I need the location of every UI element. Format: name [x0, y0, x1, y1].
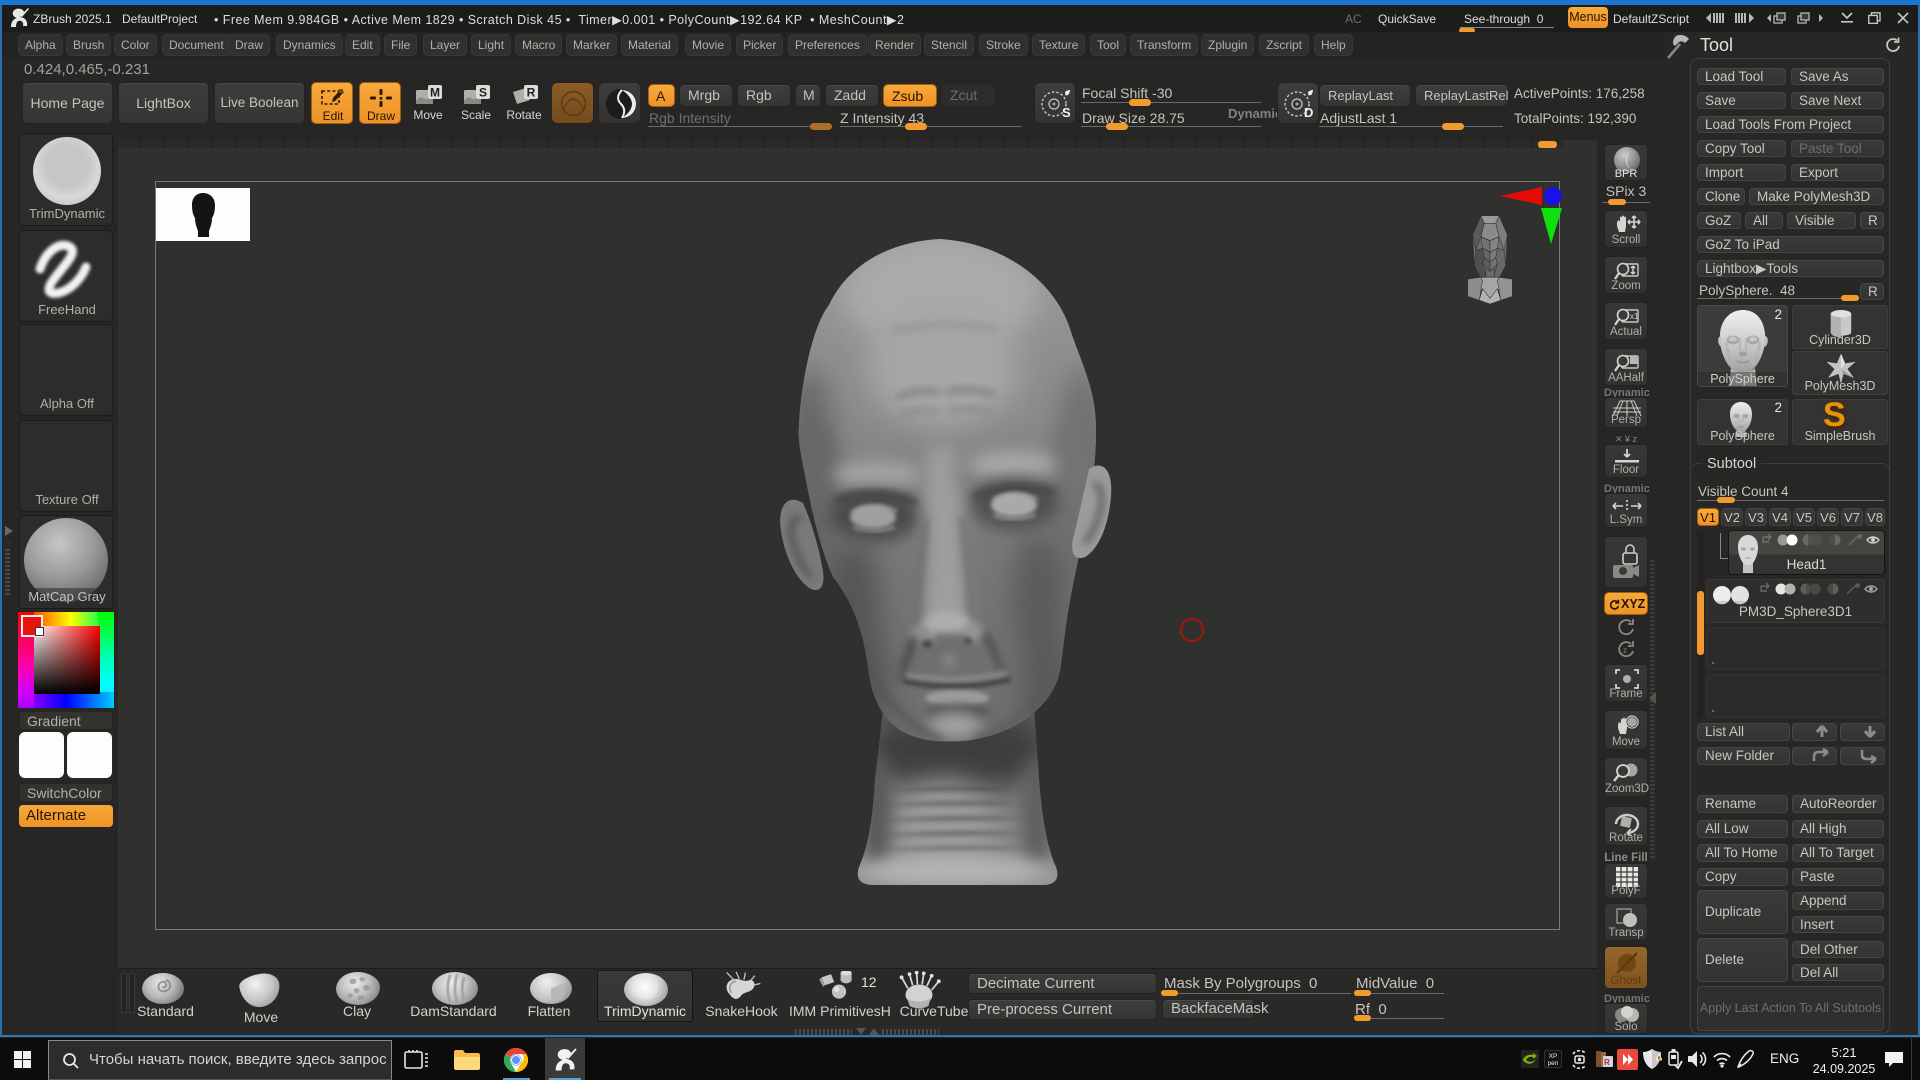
svg-text:R: R: [527, 86, 536, 100]
svg-text:x1: x1: [1630, 312, 1639, 321]
svg-text:S: S: [479, 86, 487, 100]
svg-text:D: D: [1304, 105, 1313, 120]
svg-text:M: M: [430, 86, 440, 100]
svg-text:S: S: [1062, 105, 1071, 120]
svg-text:z: z: [1623, 646, 1627, 655]
svg-text:R: R: [1604, 1058, 1610, 1067]
